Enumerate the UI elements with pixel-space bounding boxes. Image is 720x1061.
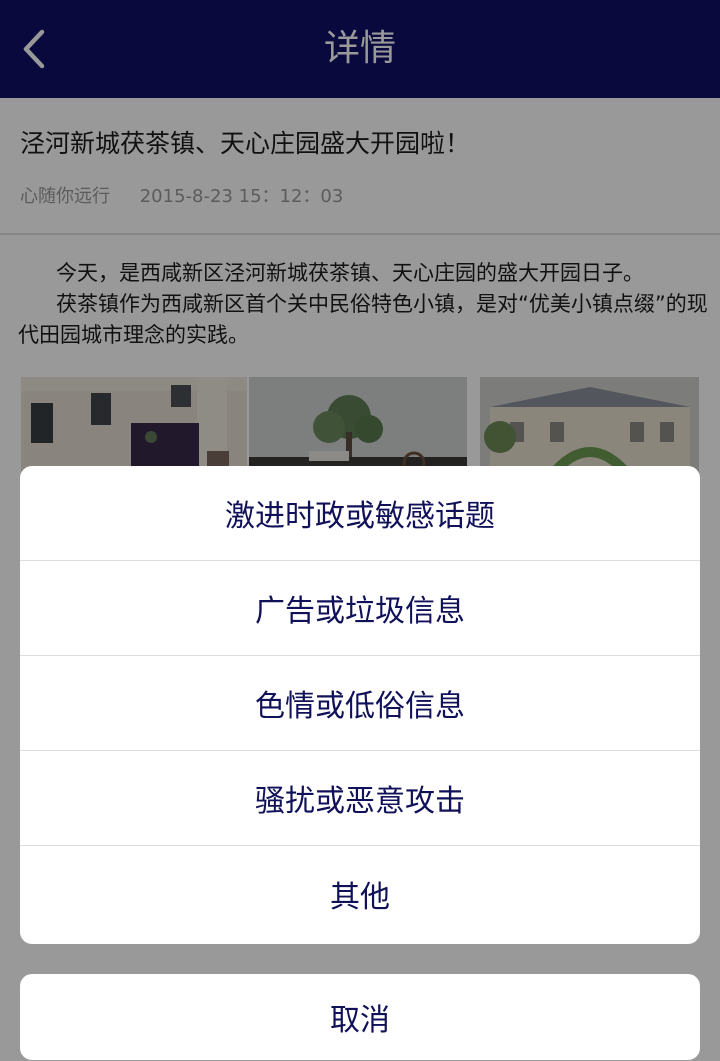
cancel-button[interactable]: 取消 — [20, 974, 700, 1060]
report-option-pornographic[interactable]: 色情或低俗信息 — [20, 656, 700, 751]
report-option-other[interactable]: 其他 — [20, 846, 700, 941]
report-option-spam[interactable]: 广告或垃圾信息 — [20, 561, 700, 656]
report-option-sensitive-topics[interactable]: 激进时政或敏感话题 — [20, 466, 700, 561]
report-option-harassment[interactable]: 骚扰或恶意攻击 — [20, 751, 700, 846]
report-options-sheet: 激进时政或敏感话题 广告或垃圾信息 色情或低俗信息 骚扰或恶意攻击 其他 — [20, 466, 700, 944]
